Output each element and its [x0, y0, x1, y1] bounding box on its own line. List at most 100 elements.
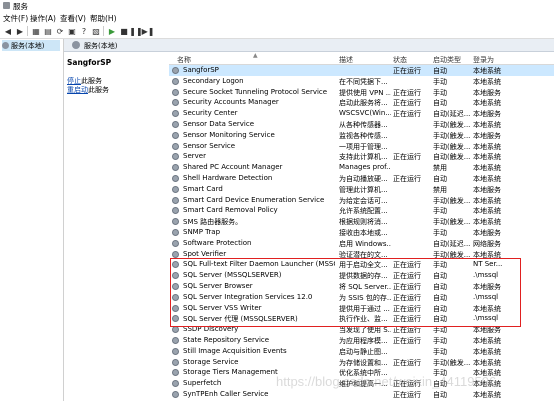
stop-service-icon[interactable]: ■: [119, 26, 129, 36]
menu-file[interactable]: 文件(F): [3, 13, 28, 24]
table-row[interactable]: Software Protection 启用 Windows... 自动(延迟...…: [169, 238, 554, 249]
table-row[interactable]: Secondary Logon 在不同凭据下... 手动 本地系统: [169, 76, 554, 87]
service-status-cell: 正在运行: [393, 358, 421, 367]
service-logon-cell: 本地系统: [473, 99, 501, 108]
service-gear-icon: [172, 121, 179, 128]
service-startup-cell: 手动(触发...: [433, 121, 471, 129]
service-description-cell: 提供使用 VPN ...: [339, 88, 391, 97]
table-row[interactable]: Still Image Acquisition Events 启动与静止图... 手…: [169, 346, 554, 357]
service-description-cell: 根据规则将消...: [339, 218, 388, 227]
table-row[interactable]: Sensor Monitoring Service 监视各种传感... 手动(触发.…: [169, 130, 554, 141]
restart-service-line: 重启动此服务: [67, 85, 109, 95]
toolbar: ◀ ▶ ▦ ▤ ⟳ ▣ ? ▧ ▶ ■ ❚❚ ▶❚: [0, 24, 554, 39]
service-name-cell: Still Image Acquisition Events: [183, 346, 287, 355]
service-gear-icon: [172, 250, 179, 258]
service-startup-cell: 自动: [433, 67, 447, 75]
properties-icon[interactable]: ▧: [91, 26, 101, 36]
table-row[interactable]: Smart Card 管理此计算机... 禁用 本地服务: [169, 184, 554, 195]
service-logon-cell: 本地系统: [473, 164, 501, 173]
menu-help[interactable]: 帮助(H): [90, 13, 117, 24]
service-gear-icon: [172, 207, 179, 215]
service-startup-cell: 手动(触发...: [433, 358, 471, 367]
table-row[interactable]: Shared PC Account Manager Manages prof...…: [169, 162, 554, 173]
service-gear-icon: [172, 153, 179, 161]
service-logon-cell: 本地服务: [473, 185, 501, 194]
pause-service-icon[interactable]: ❚❚: [129, 26, 142, 36]
column-header-startup-type[interactable]: 启动类型: [433, 55, 461, 65]
service-startup-cell: 手动: [433, 229, 447, 237]
table-row[interactable]: Storage Service 为存储设置和... 正在运行 手动(触发... 本地系统: [169, 357, 554, 368]
column-header-description[interactable]: 描述: [339, 55, 353, 65]
table-row[interactable]: SNMP Trap 接收由本地或... 手动 本地服务: [169, 227, 554, 238]
column-header-name[interactable]: 名称: [177, 55, 191, 65]
service-name-cell: Sensor Data Service: [183, 120, 255, 128]
selected-service-name: SangforSP: [67, 58, 112, 67]
table-row[interactable]: Shell Hardware Detection 为自动播放硬... 正在运行 自动 本…: [169, 173, 554, 184]
refresh-icon[interactable]: ⟳: [55, 26, 65, 36]
service-description-cell: 接收由本地或...: [339, 229, 388, 237]
restart-service-link[interactable]: 重启动: [67, 86, 88, 94]
service-gear-icon: [172, 196, 179, 204]
service-logon-cell: 本地系统: [473, 121, 501, 129]
service-gear-icon: [172, 77, 179, 85]
service-logon-cell: 网络服务: [473, 239, 501, 248]
column-header-logon-as[interactable]: 登录为: [473, 55, 494, 65]
table-row[interactable]: Sensor Service 一项用于管理... 手动(触发... 本地系统: [169, 141, 554, 152]
service-name-cell: Shared PC Account Manager: [183, 163, 283, 172]
menu-view[interactable]: 查看(V): [60, 13, 86, 24]
service-status-cell: 正在运行: [393, 67, 421, 75]
service-gear-icon: [172, 229, 179, 236]
service-name-cell: Server: [183, 152, 206, 161]
service-gear-icon: [172, 175, 179, 182]
table-row[interactable]: Smart Card Removal Policy 允许系统配置... 手动 本地系统: [169, 205, 554, 216]
table-header: ▲ 名称 描述 状态 启动类型 登录为: [169, 52, 554, 65]
services-app-icon: [3, 2, 10, 9]
service-description-cell: 为应用程序模...: [339, 337, 388, 345]
service-logon-cell: 本地系统: [473, 218, 501, 227]
service-startup-cell: 自动: [433, 175, 447, 183]
service-gear-icon: [172, 391, 179, 398]
table-row[interactable]: State Repository Service 为应用程序模... 正在运行 手动 本…: [169, 335, 554, 346]
console-tree-icon[interactable]: ▦: [31, 26, 41, 36]
service-name-cell: Sensor Monitoring Service: [183, 130, 275, 139]
table-row[interactable]: SMS 路由器服务。 根据规则将消... 手动(触发... 本地系统: [169, 216, 554, 227]
gear-icon: [2, 42, 9, 49]
service-name-cell: SynTPEnh Caller Service: [183, 390, 269, 398]
restart-service-icon[interactable]: ▶❚: [142, 26, 155, 36]
service-gear-icon: [172, 164, 179, 172]
grid-icon[interactable]: ▤: [43, 26, 53, 36]
service-logon-cell: 本地服务: [473, 229, 501, 237]
service-startup-cell: 手动(触发...: [433, 131, 471, 140]
service-gear-icon: [172, 99, 179, 107]
table-row[interactable]: Security Accounts Manager 启动此服务将... 正在运行 自动…: [169, 97, 554, 108]
service-logon-cell: 本地系统: [473, 207, 501, 216]
service-description-cell: 启动此服务将...: [339, 99, 388, 108]
service-name-cell: SNMP Trap: [183, 228, 221, 236]
table-row[interactable]: Secure Socket Tunneling Protocol Service…: [169, 87, 554, 98]
service-gear-icon: [172, 358, 179, 366]
table-row[interactable]: SangforSP 正在运行 自动 本地系统: [169, 65, 554, 76]
service-logon-cell: 本地系统: [473, 175, 501, 183]
back-arrow-icon[interactable]: ◀: [3, 26, 13, 36]
table-row[interactable]: Server 支持此计算机... 正在运行 自动(触发... 本地系统: [169, 151, 554, 162]
table-row[interactable]: Security Center WSCSVC(Win... 正在运行 自动(延迟...…: [169, 108, 554, 119]
service-status-cell: 正在运行: [393, 110, 421, 119]
service-description-cell: WSCSVC(Win...: [339, 109, 391, 118]
service-name-cell: Software Protection: [183, 238, 252, 247]
service-gear-icon: [172, 380, 179, 388]
service-name-cell: State Repository Service: [183, 336, 270, 344]
service-startup-cell: 手动(触发...: [433, 218, 471, 227]
start-service-icon[interactable]: ▶: [107, 26, 117, 36]
stop-service-link[interactable]: 停止: [67, 77, 81, 85]
service-status-cell: 正在运行: [393, 153, 421, 162]
table-row[interactable]: Smart Card Device Enumeration Service 为给定…: [169, 195, 554, 206]
help-icon[interactable]: ?: [79, 26, 89, 36]
table-row[interactable]: Sensor Data Service 从各种传感器... 手动(触发... 本地系统: [169, 119, 554, 130]
menu-action[interactable]: 操作(A): [30, 13, 56, 24]
export-list-icon[interactable]: ▣: [67, 26, 77, 36]
tree-node-services-local[interactable]: 服务(本地): [2, 40, 60, 51]
service-startup-cell: 手动: [433, 207, 447, 216]
table-row[interactable]: SynTPEnh Caller Service 正在运行 自动 本地系统: [169, 389, 554, 400]
forward-arrow-icon[interactable]: ▶: [15, 26, 25, 36]
column-header-status[interactable]: 状态: [393, 55, 407, 65]
